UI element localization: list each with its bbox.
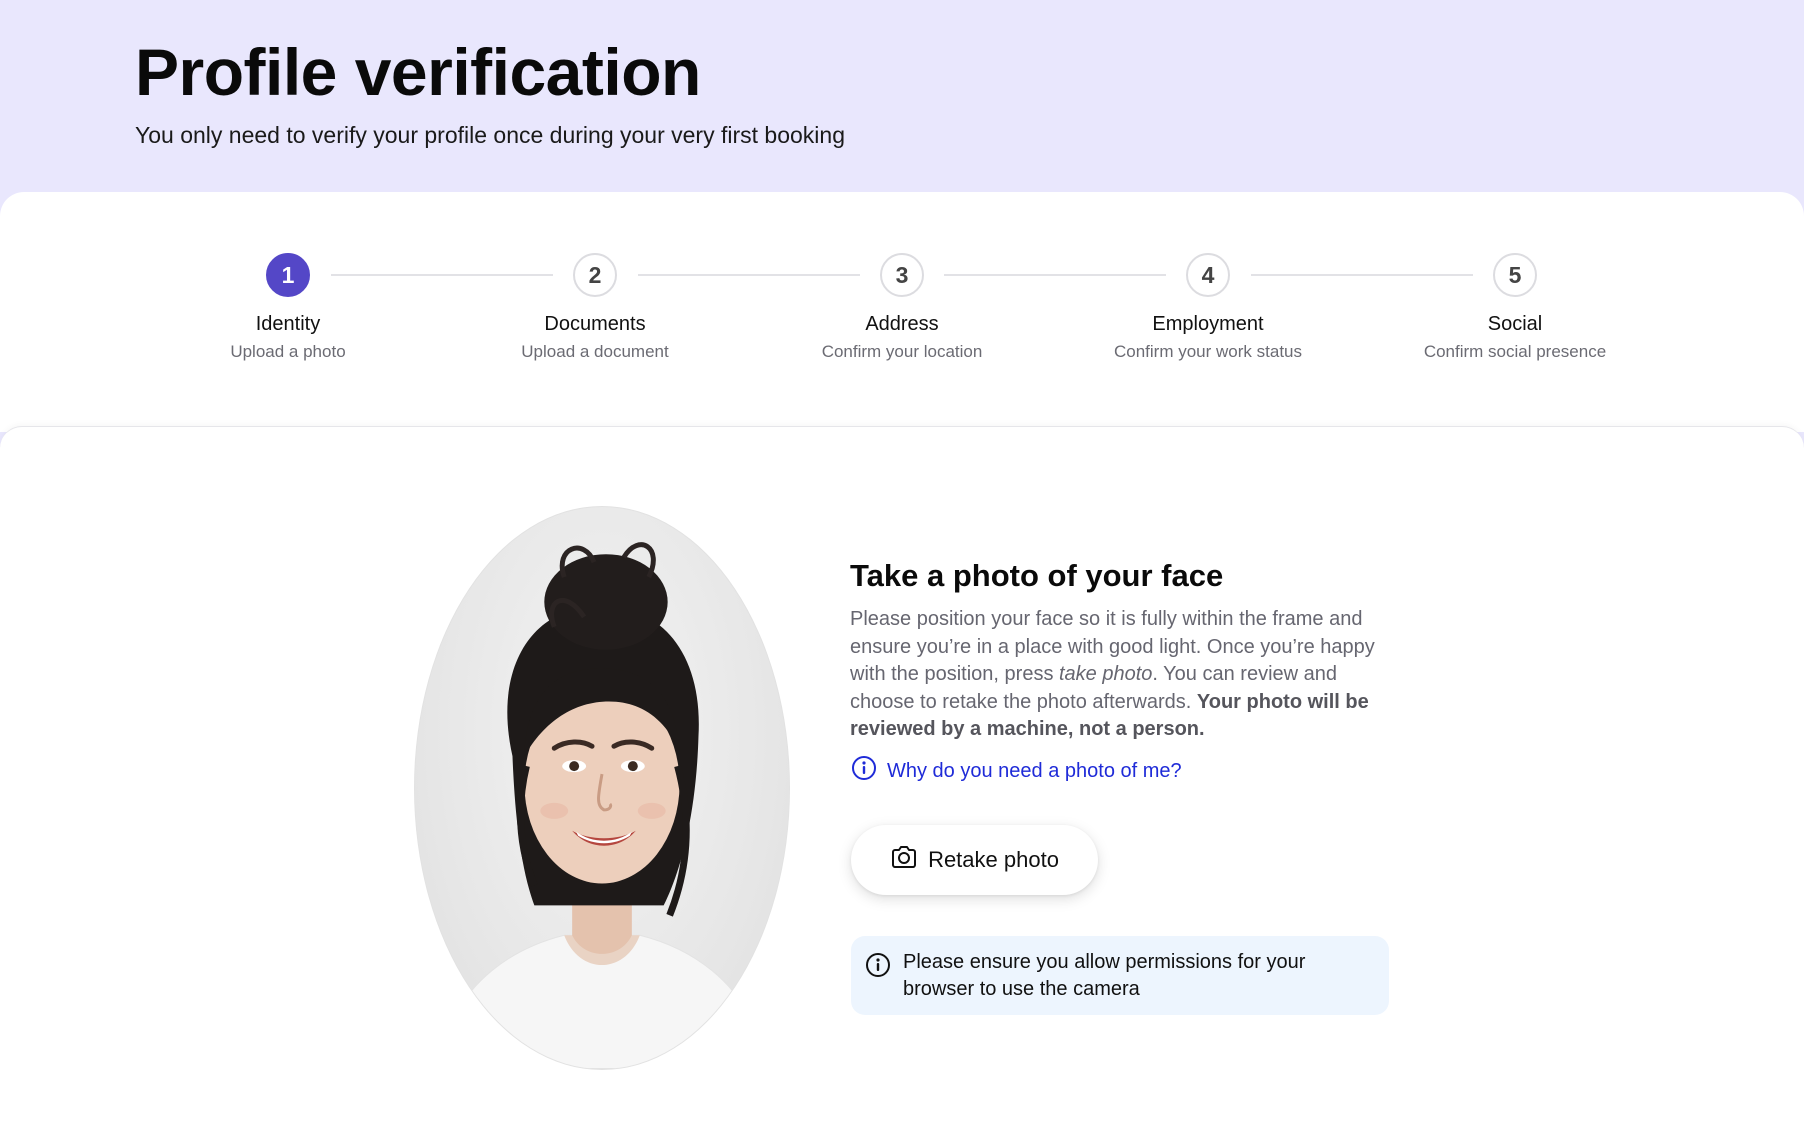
header-banner: Profile verification You only need to ve… — [0, 0, 1804, 200]
info-circle-icon — [851, 755, 877, 787]
desc-italic: take photo — [1059, 663, 1153, 685]
step-social[interactable]: 5 Social Confirm social presence — [1395, 253, 1635, 362]
info-circle-icon — [865, 952, 891, 986]
notice-text: Please ensure you allow permissions for … — [903, 951, 1306, 1000]
step-number-badge: 4 — [1186, 253, 1230, 297]
camera-icon — [890, 844, 918, 876]
why-photo-link-label: Why do you need a photo of me? — [887, 759, 1182, 782]
step-title: Employment — [1152, 313, 1264, 335]
step-subtitle: Upload a photo — [230, 342, 346, 361]
face-photo-illustration — [434, 542, 770, 1069]
step-title: Social — [1487, 313, 1543, 335]
section-description: Please position your face so it is fully… — [850, 606, 1400, 744]
step-subtitle: Upload a document — [521, 342, 669, 361]
retake-photo-label: Retake photo — [928, 847, 1059, 872]
step-subtitle: Confirm your work status — [1114, 342, 1302, 361]
step-number-badge: 5 — [1493, 253, 1537, 297]
page-subtitle: You only need to verify your profile onc… — [135, 122, 845, 148]
step-identity[interactable]: 1 Identity Upload a photo — [168, 253, 408, 362]
camera-permission-notice: Please ensure you allow permissions for … — [851, 936, 1389, 1015]
step-documents[interactable]: 2 Documents Upload a document — [475, 253, 715, 362]
step-subtitle: Confirm your location — [821, 342, 983, 361]
page-title: Profile verification — [135, 35, 701, 109]
step-subtitle: Confirm social presence — [1423, 342, 1607, 361]
step-number-badge: 1 — [266, 253, 310, 297]
step-title: Identity — [255, 313, 321, 335]
why-photo-link[interactable]: Why do you need a photo of me? — [851, 755, 1182, 787]
step-title: Documents — [544, 313, 646, 335]
step-title: Address — [865, 313, 939, 335]
retake-photo-button[interactable]: Retake photo — [851, 825, 1098, 895]
step-address[interactable]: 3 Address Confirm your location — [782, 253, 1022, 362]
face-photo-preview — [414, 506, 790, 1070]
step-number-badge: 2 — [573, 253, 617, 297]
step-employment[interactable]: 4 Employment Confirm your work status — [1088, 253, 1328, 362]
section-title: Take a photo of your face — [850, 558, 1224, 593]
step-number-badge: 3 — [880, 253, 924, 297]
